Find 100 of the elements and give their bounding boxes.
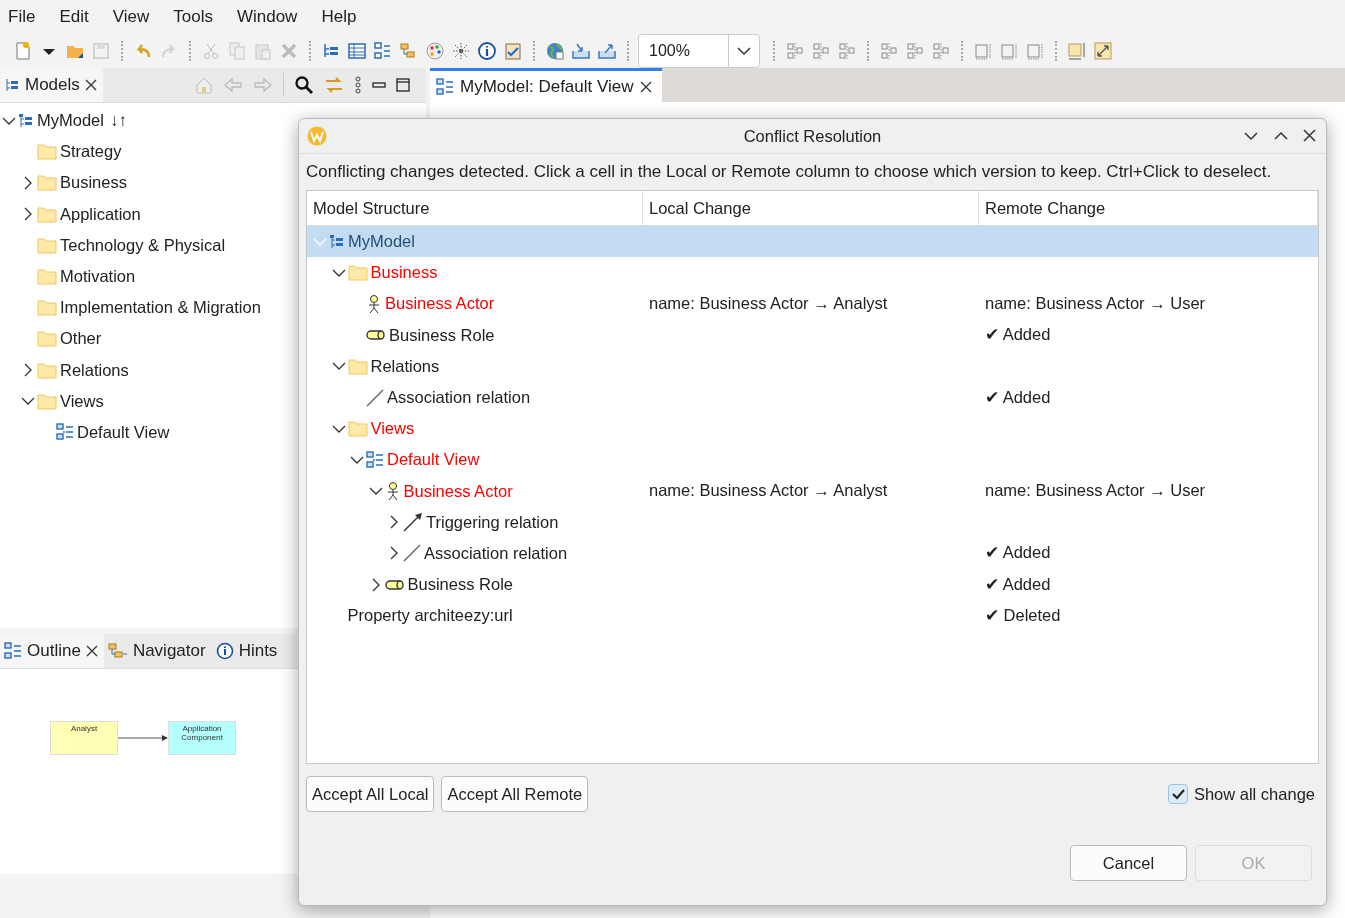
collapsed-chevron-icon[interactable] [370, 577, 381, 592]
tree-item[interactable]: Association relation [424, 543, 568, 563]
tree-item[interactable]: Business Actor [403, 481, 513, 501]
tree-item[interactable]: Technology & Physical [60, 235, 226, 255]
align-icon[interactable] [785, 41, 805, 61]
expanded-chevron-icon[interactable] [2, 115, 16, 126]
view-icon[interactable] [373, 41, 393, 61]
close-icon[interactable] [84, 79, 97, 91]
tree-item[interactable]: Business [370, 263, 438, 283]
expanded-chevron-icon[interactable] [331, 361, 346, 372]
editor-tab[interactable]: MyModel: Default View [430, 68, 662, 102]
collapsed-chevron-icon[interactable] [23, 207, 33, 222]
minimize-icon[interactable] [1243, 130, 1259, 141]
table-row[interactable]: Relations [307, 350, 1318, 382]
tree-item[interactable]: Business Role [407, 575, 513, 595]
zoom-combo[interactable]: 100% [638, 34, 760, 68]
diagram-node[interactable]: Application Component [168, 721, 236, 755]
menu-item[interactable]: View [112, 7, 150, 27]
tree-item[interactable]: Business Role [389, 325, 495, 345]
view-tab[interactable]: Hints [211, 634, 284, 668]
tree-item[interactable]: Triggering relation [426, 512, 559, 532]
frame-icon[interactable] [1067, 41, 1087, 61]
show-all-checkbox[interactable]: Show all change [1167, 784, 1315, 804]
collapsed-chevron-icon[interactable] [23, 363, 33, 378]
tree-item[interactable]: Relations [370, 356, 440, 376]
tree-item[interactable]: Strategy [60, 142, 122, 162]
table-row[interactable]: Business [307, 257, 1318, 289]
column-header[interactable]: Remote Change [979, 191, 1318, 225]
menu-item[interactable]: Window [236, 7, 298, 27]
dialog-button[interactable]: Cancel [1070, 845, 1187, 881]
tree-item[interactable]: Business Actor [385, 294, 495, 314]
collapsed-chevron-icon[interactable] [389, 546, 399, 561]
table-icon[interactable] [347, 41, 367, 61]
tree-item[interactable]: Application [60, 204, 141, 224]
table-row[interactable]: Triggering relation [307, 506, 1318, 538]
view-tab[interactable]: Navigator [103, 634, 212, 668]
table-row[interactable]: Business Role ✔ Added [307, 569, 1318, 601]
close-icon[interactable] [85, 645, 98, 657]
menu-item[interactable]: Help [321, 7, 357, 27]
accept-button[interactable]: Accept All Remote [441, 776, 589, 812]
collapsed-chevron-icon[interactable] [23, 175, 33, 190]
tree-item[interactable]: Business [60, 173, 127, 193]
info-icon[interactable] [477, 41, 497, 61]
local-change-cell[interactable]: name: Business Actor → Analyst [649, 293, 888, 312]
tree-item[interactable]: Default View [77, 422, 170, 442]
tree-item[interactable]: Property architeezy:url [347, 606, 513, 626]
align-icon[interactable] [905, 41, 925, 61]
remote-change-cell[interactable]: ✔ Added [985, 325, 1051, 344]
local-change-cell[interactable]: name: Business Actor → Analyst [649, 481, 888, 500]
table-row[interactable]: MyModel [307, 226, 1318, 258]
clipboard-icon[interactable] [503, 41, 523, 61]
tree-item[interactable]: Other [60, 329, 102, 349]
table-row[interactable]: Views [307, 413, 1318, 445]
tree-item[interactable]: Views [60, 391, 104, 411]
tree-item[interactable]: MyModel [348, 232, 415, 252]
expanded-chevron-icon[interactable] [331, 423, 346, 434]
more-icon[interactable] [354, 76, 362, 94]
diagram-node[interactable]: Analyst [50, 721, 118, 755]
table-row[interactable]: Association relation ✔ Added [307, 381, 1318, 414]
tree-item[interactable]: Association relation [387, 388, 531, 408]
maximize-icon[interactable] [1273, 130, 1289, 141]
table-row[interactable]: Property architeezy:url ✔ Deleted [307, 600, 1318, 632]
expanded-chevron-icon[interactable] [21, 396, 35, 407]
expanded-chevron-icon[interactable] [368, 486, 383, 497]
align-icon[interactable] [931, 41, 951, 61]
table-row[interactable]: Default View [307, 444, 1318, 476]
search-icon[interactable] [294, 75, 314, 95]
view-tab[interactable]: Outline [0, 634, 104, 668]
close-icon[interactable] [1303, 129, 1316, 142]
table-row[interactable]: Business Role ✔ Added [307, 319, 1318, 351]
menu-item[interactable]: Edit [59, 7, 89, 27]
models-tab[interactable]: Models [0, 68, 103, 102]
menu-item[interactable]: Tools [173, 7, 213, 27]
accept-button[interactable]: Accept All Local [306, 776, 435, 812]
close-icon[interactable] [639, 80, 652, 93]
resize-icon[interactable] [1093, 41, 1113, 61]
column-header[interactable]: Model Structure [307, 191, 643, 225]
tree-item[interactable]: Views [370, 419, 415, 439]
align-icon[interactable] [811, 41, 831, 61]
tree-item[interactable]: Relations [60, 360, 129, 380]
remote-change-cell[interactable]: ✔ Added [985, 574, 1051, 593]
table-row[interactable]: Business Actor name: Business Actor → Analyst name: Business Actor → User [307, 288, 1318, 320]
column-header[interactable]: Local Change [643, 191, 979, 225]
align-icon[interactable] [837, 41, 857, 61]
remote-change-cell[interactable]: ✔ Added [985, 543, 1051, 562]
remote-change-cell[interactable]: name: Business Actor → User [985, 293, 1206, 312]
network-icon[interactable] [451, 41, 471, 61]
table-row[interactable]: Association relation ✔ Added [307, 537, 1318, 570]
tree-item[interactable]: Motivation [60, 267, 136, 287]
remote-change-cell[interactable]: ✔ Deleted [985, 605, 1061, 624]
globe-icon[interactable] [545, 41, 565, 61]
import-icon[interactable] [571, 41, 591, 61]
tree-item[interactable]: MyModel [37, 111, 104, 131]
menu-item[interactable]: File [8, 7, 36, 27]
align-icon[interactable] [879, 41, 899, 61]
export-icon[interactable] [597, 41, 617, 61]
table-row[interactable]: Business Actor name: Business Actor → Analyst name: Business Actor → User [307, 475, 1318, 507]
tree-item[interactable]: Implementation & Migration [60, 298, 261, 318]
collapsed-chevron-icon[interactable] [389, 515, 399, 530]
remote-change-cell[interactable]: name: Business Actor → User [985, 481, 1206, 500]
